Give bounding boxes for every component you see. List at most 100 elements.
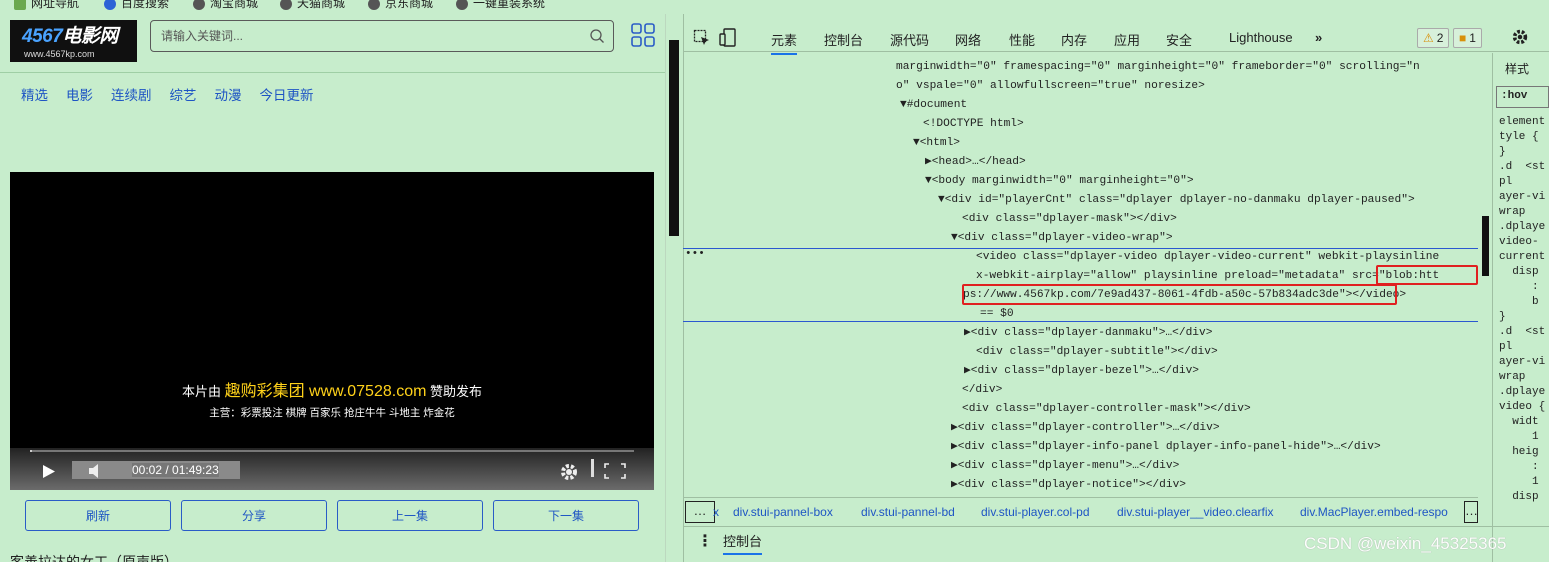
play-icon[interactable] [42,464,56,479]
breadcrumb-item[interactable]: div.stui-pannel-box [733,505,833,519]
tab-performance[interactable]: 性能 [1009,30,1035,49]
search-input[interactable] [161,27,581,45]
style-rule-line: pl [1499,176,1513,188]
watermark: CSDN @weixin_45325365 [1304,534,1507,553]
share-button[interactable]: 分享 [181,500,327,531]
breadcrumb-item[interactable]: div.stui-player.col-pd [981,505,1090,519]
tab-security[interactable]: 安全 [1166,30,1192,49]
tab-console[interactable]: 控制台 [824,30,863,49]
dom-line[interactable]: <div class="dplayer-mask"></div> [962,210,1177,229]
device-toolbar-icon[interactable] [719,28,737,48]
dom-line[interactable]: <div class="dplayer-subtitle"></div> [976,343,1218,362]
dom-line[interactable]: ▼<div id="playerCnt" class="dplayer dpla… [938,191,1415,210]
breadcrumb-scroll-right[interactable]: … [1464,501,1478,523]
volume-icon[interactable] [88,464,104,478]
search-box [150,20,614,52]
tab-lighthouse[interactable]: Lighthouse [1229,30,1293,45]
nav-item-featured[interactable]: 精选 [21,84,48,104]
dom-line[interactable]: <div class="dplayer-controller-mask"></d… [962,400,1251,419]
dom-line[interactable]: ▶<head>…</head> [925,153,1026,172]
issues-badge[interactable]: ■ 1 [1453,28,1482,48]
style-rule-line: heig [1499,446,1539,458]
dom-line[interactable]: ▼<html> [913,134,960,153]
breadcrumb-item[interactable]: div.stui-pannel-bd [861,505,955,519]
style-rule-line: tyle { [1499,131,1539,143]
dom-line[interactable]: ▶<div class="dplayer-menu">…</div> [951,457,1179,476]
globe-icon [280,0,292,10]
globe-icon [456,0,468,10]
more-tabs-button[interactable]: » [1315,30,1322,45]
tab-elements[interactable]: 元素 [771,30,798,55]
refresh-button[interactable]: 刷新 [25,500,171,531]
dom-line[interactable]: ▼#document [900,96,967,115]
node-actions-icon[interactable]: ••• [685,245,705,264]
elements-tree[interactable]: ••• marginwidth="0" framespacing="0" mar… [683,53,1478,497]
scrollbar-thumb[interactable] [1482,216,1489,276]
highlight-box [1376,265,1478,285]
tab-application[interactable]: 应用 [1114,30,1140,49]
next-episode-button[interactable]: 下一集 [493,500,639,531]
dom-line[interactable]: <video class="dplayer-video dplayer-vide… [976,248,1439,267]
dom-line[interactable]: marginwidth="0" framespacing="0" marginh… [896,58,1420,77]
scrollbar-thumb[interactable] [669,40,679,236]
style-rule-line: .d <st [1499,161,1546,173]
dom-line[interactable]: ▶<div class="dplayer-danmaku">…</div> [964,324,1212,343]
tab-styles[interactable]: 样式 [1505,60,1529,77]
prev-episode-button[interactable]: 上一集 [337,500,483,531]
time-display: 00:02 / 01:49:23 [132,463,219,477]
settings-gear-icon[interactable] [1511,28,1529,46]
hov-toggle[interactable]: :hov [1496,86,1549,108]
drawer-tab-console[interactable]: 控制台 [723,531,763,555]
elements-scrollbar[interactable] [1478,53,1492,497]
page-scrollbar[interactable] [665,14,683,562]
bookmark-reinstall[interactable]: 一键重装系统 [456,0,545,10]
dom-line[interactable]: <!DOCTYPE html> [923,115,1024,134]
dom-line[interactable]: ▶<div class="dplayer-info-panel dplayer-… [951,438,1381,457]
search-icon[interactable] [589,28,605,44]
inspect-element-icon[interactable] [693,29,711,47]
dom-line[interactable]: ▶<div class="dplayer-controller">…</div> [951,419,1220,438]
dom-line[interactable]: </div> [962,381,1002,400]
fullscreen-icon[interactable] [604,463,626,479]
style-rule-line: ayer-vi [1499,191,1546,203]
nav-item-movie[interactable]: 电影 [66,84,93,104]
globe-icon [193,0,205,10]
dom-line[interactable]: o" vspale="0" allowfullscreen="true" nor… [896,77,1205,96]
site-logo[interactable]: 4567电影网 www.4567kp.com [10,20,137,62]
grid-menu-icon[interactable] [630,22,656,48]
nav-item-today[interactable]: 今日更新 [260,84,314,104]
nav-item-series[interactable]: 连续剧 [111,84,152,104]
warnings-badge[interactable]: ⚠ 2 [1417,28,1450,48]
dom-line[interactable]: ▼<div class="dplayer-video-wrap"> [951,229,1173,248]
progress-bar[interactable] [30,450,634,452]
dom-line[interactable]: == $0 [980,305,1014,324]
bookmark-nav[interactable]: 网址导航 [14,0,79,10]
drawer-menu-icon[interactable]: ⋮ [697,531,713,551]
devtools-tabbar: 元素 控制台 源代码 网络 性能 内存 应用 安全 Lighthouse » ⚠… [683,24,1549,55]
bookmark-jd[interactable]: 京东商城 [368,0,433,10]
nav-item-anime[interactable]: 动漫 [215,84,242,104]
breadcrumb-scroll-left[interactable]: … [685,501,715,523]
breadcrumb-item[interactable]: div.MacPlayer.embed-respo [1300,505,1448,519]
divider [0,72,665,73]
dom-line[interactable]: ▶<div class="dplayer-notice"></div> [951,476,1186,495]
dom-line[interactable]: ▶<div class="dplayer-bezel">…</div> [964,362,1199,381]
video-player[interactable]: 本片由 趣购彩集团 www.07528.com 赞助发布 主营：彩票投注 棋牌 … [10,172,654,490]
issue-icon: ■ [1459,31,1467,45]
bookmark-taobao[interactable]: 淘宝商城 [193,0,258,10]
breadcrumb-item[interactable]: x [713,505,719,519]
bookmark-tmall[interactable]: 天猫商城 [280,0,345,10]
tab-sources[interactable]: 源代码 [890,30,929,49]
style-rule-line: } [1499,146,1506,158]
bookmark-baidu[interactable]: 百度搜索 [104,0,169,10]
tab-network[interactable]: 网络 [955,30,981,49]
tab-memory[interactable]: 内存 [1061,30,1087,49]
style-rule-line: disp [1499,266,1539,278]
settings-icon[interactable] [559,462,579,482]
nav-item-variety[interactable]: 综艺 [170,84,197,104]
dom-line[interactable]: ▼<body marginwidth="0" marginheight="0"> [925,172,1194,191]
style-rule-line: video { [1499,401,1546,413]
style-rule-line: .dplaye [1499,386,1546,398]
progress-fill [30,450,32,452]
breadcrumb-item[interactable]: div.stui-player__video.clearfix [1117,505,1274,519]
